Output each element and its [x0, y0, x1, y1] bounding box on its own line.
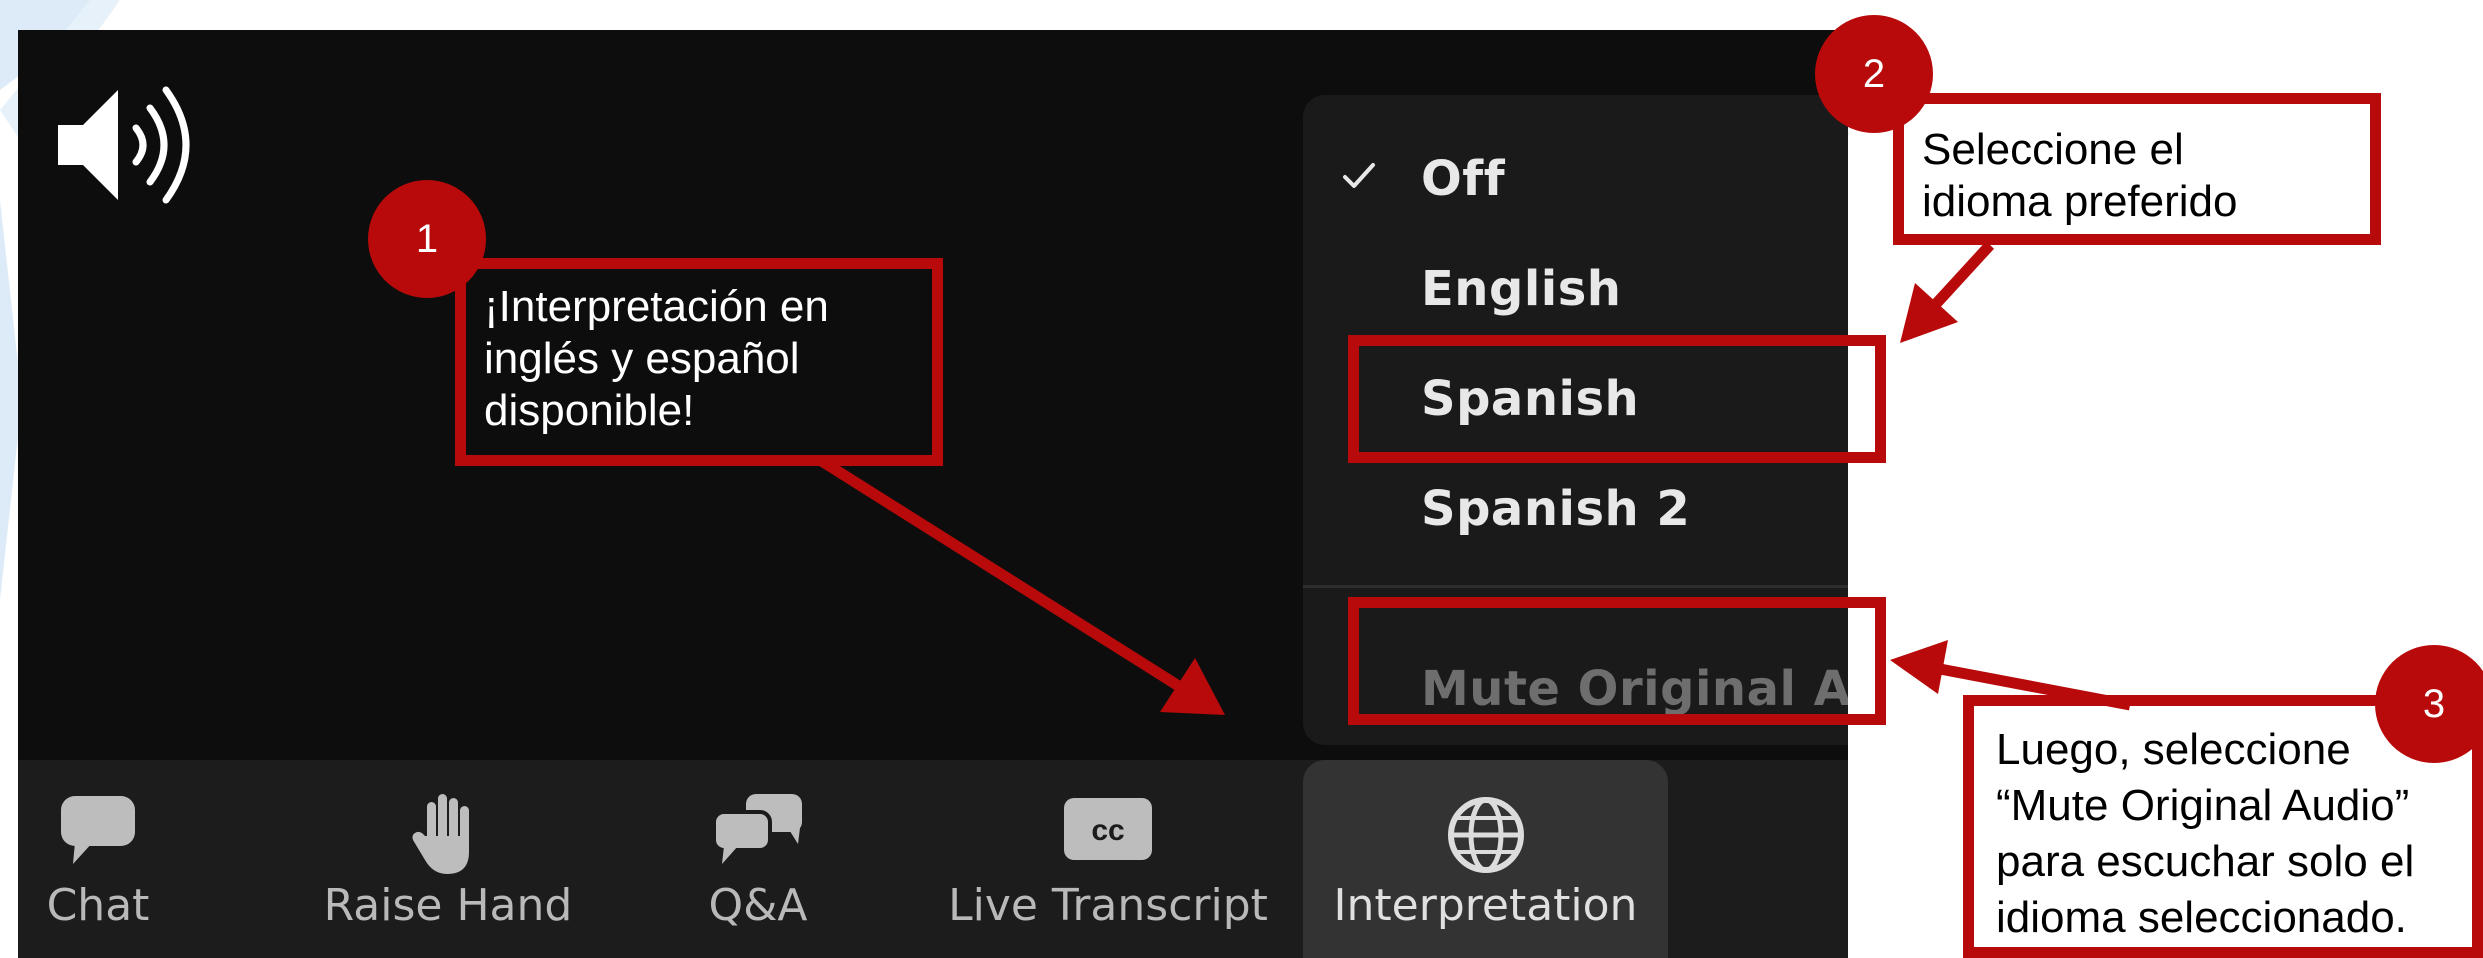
step-badge-3: 3: [2375, 645, 2483, 763]
speaker-volume-icon[interactable]: [38, 70, 198, 220]
callout-3-line-1: Luego, seleccione: [1996, 725, 2351, 774]
live-transcript-label: Live Transcript: [948, 880, 1268, 931]
cc-icon: cc: [1064, 798, 1152, 860]
menu-item-off[interactable]: Off: [1421, 151, 1505, 207]
svg-text:cc: cc: [1091, 814, 1124, 847]
callout-1-line-3: disponible!: [484, 386, 695, 435]
qa-bubbles-icon: [712, 794, 802, 864]
hand-icon: [412, 794, 469, 874]
interpretation-button[interactable]: Interpretation: [1303, 760, 1668, 958]
callout-2-line-1: Seleccione el: [1922, 125, 2184, 174]
callout-3-line-4: idioma seleccionado.: [1996, 893, 2407, 942]
globe-icon: [1447, 797, 1524, 873]
step-badge-2: 2: [1815, 15, 1933, 133]
callout-1-line-2: inglés y español: [484, 334, 800, 383]
chat-label: Chat: [46, 880, 150, 931]
mute-audio-highlight-box: [1348, 597, 1886, 725]
qa-label: Q&A: [708, 880, 808, 931]
menu-item-spanish-2[interactable]: Spanish 2: [1421, 481, 1690, 537]
raise-hand-label: Raise Hand: [323, 880, 573, 931]
callout-1-line-1: ¡Interpretación en: [484, 282, 829, 331]
callout-select-language: Seleccione el idioma preferido: [1893, 93, 2381, 245]
raise-hand-button[interactable]: Raise Hand: [288, 760, 608, 958]
chat-bubble-icon: [61, 796, 135, 864]
spanish-highlight-box: [1348, 335, 1886, 463]
live-transcript-button[interactable]: cc Live Transcript: [928, 760, 1288, 958]
checkmark-icon: [1343, 163, 1375, 188]
interpretation-label: Interpretation: [1333, 880, 1638, 931]
menu-item-english[interactable]: English: [1421, 261, 1621, 317]
callout-3-line-3: para escuchar solo el: [1996, 837, 2415, 886]
arrow-2: [1900, 241, 1995, 343]
callout-2-line-2: idioma preferido: [1922, 177, 2238, 226]
callout-3-line-2: “Mute Original Audio”: [1996, 781, 2410, 830]
qa-button[interactable]: Q&A: [668, 760, 848, 958]
meeting-toolbar: Chat Raise Hand Q&A cc Live Transcript I…: [18, 760, 1848, 958]
callout-interpretation-available: ¡Interpretación en inglés y español disp…: [455, 258, 943, 466]
chat-button[interactable]: Chat: [18, 760, 178, 958]
menu-divider: [1303, 585, 1848, 588]
zoom-meeting-window: Off English Spanish Spanish 2 Mute Origi…: [18, 30, 1848, 958]
step-badge-1: 1: [368, 180, 486, 298]
